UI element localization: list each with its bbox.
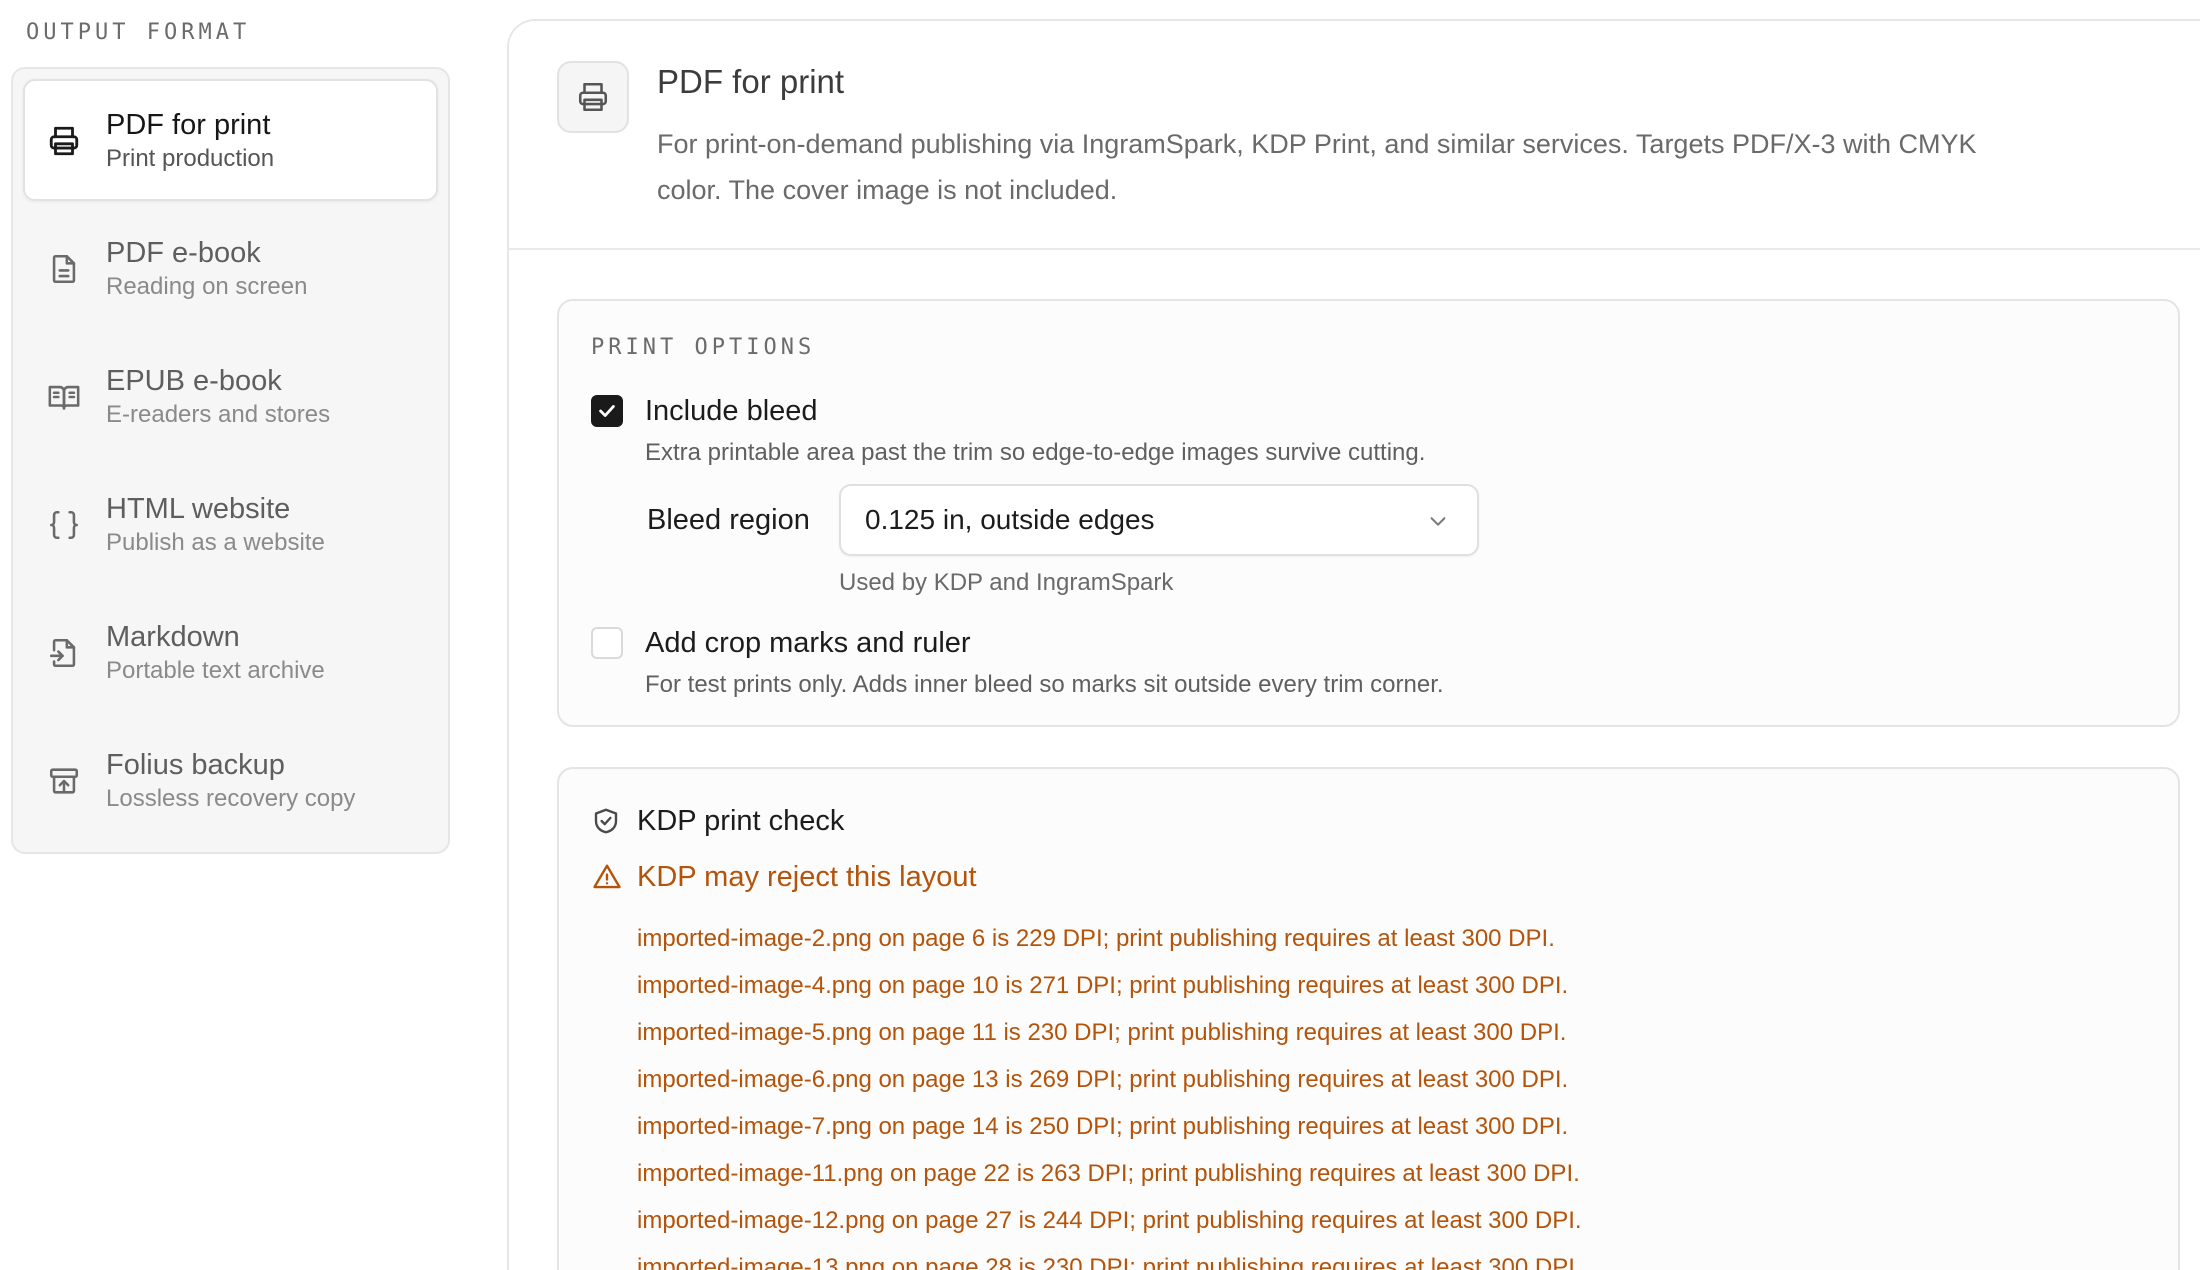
warning-icon (593, 864, 621, 889)
braces-icon (49, 510, 79, 540)
kdp-check-title: KDP print check (637, 805, 845, 837)
kdp-warning-title: KDP may reject this layout (637, 861, 977, 893)
bleed-region-select[interactable]: 0.125 in, outside edges (839, 484, 1479, 556)
format-subtitle: Lossless recovery copy (106, 785, 356, 812)
kdp-issue-item: imported-image-6.png on page 13 is 269 D… (637, 1066, 1569, 1093)
printer-icon (49, 126, 79, 156)
kdp-issue-item: imported-image-2.png on page 6 is 229 DP… (637, 925, 1555, 952)
archive-icon (49, 768, 79, 794)
page-title: PDF for print (657, 63, 845, 100)
format-subtitle: E-readers and stores (106, 401, 331, 428)
printer-icon (578, 82, 608, 112)
format-item-pdf-ebook[interactable]: PDF e-book Reading on screen (23, 207, 438, 329)
bleed-region-label: Bleed region (647, 504, 810, 536)
document-icon (52, 254, 76, 284)
kdp-issue-item: imported-image-4.png on page 10 is 271 D… (637, 972, 1569, 999)
kdp-issue-item: imported-image-7.png on page 14 is 250 D… (637, 1113, 1569, 1140)
print-options-card: PRINT OPTIONS Include bleed Extra printa… (557, 299, 2180, 727)
crop-marks-checkbox[interactable] (591, 627, 623, 659)
kdp-issue-item: imported-image-12.png on page 27 is 244 … (637, 1207, 1582, 1234)
include-bleed-help: Extra printable area past the trim so ed… (645, 439, 1426, 466)
checkmark-icon (599, 405, 615, 417)
format-title: PDF e-book (106, 237, 261, 269)
file-export-icon (49, 638, 76, 668)
export-dialog: OUTPUT FORMAT PDF for print Print produc… (0, 0, 2200, 1270)
chevron-down-icon (1430, 517, 1446, 526)
format-subtitle: Reading on screen (106, 273, 308, 300)
print-options-heading: PRINT OPTIONS (591, 335, 816, 360)
format-item-pdf-print[interactable]: PDF for print Print production (23, 79, 438, 201)
format-title: Markdown (106, 621, 240, 653)
include-bleed-checkbox[interactable] (591, 395, 623, 427)
format-title: PDF for print (106, 109, 271, 141)
format-subtitle: Portable text archive (106, 657, 325, 684)
kdp-issue-item: imported-image-13.png on page 28 is 230 … (637, 1254, 1582, 1270)
format-item-folius-backup[interactable]: Folius backup Lossless recovery copy (23, 719, 438, 841)
kdp-check-card: KDP print check KDP may reject this layo… (557, 767, 2180, 1270)
format-item-markdown[interactable]: Markdown Portable text archive (23, 591, 438, 713)
crop-marks-help: For test prints only. Adds inner bleed s… (645, 671, 1444, 698)
format-title: EPUB e-book (106, 365, 282, 397)
bleed-region-value: 0.125 in, outside edges (865, 504, 1155, 535)
format-subtitle: Print production (106, 145, 275, 172)
format-title: Folius backup (106, 749, 285, 781)
divider (509, 248, 2200, 250)
shield-check-icon (594, 808, 618, 834)
header-icon-box (557, 61, 629, 133)
format-subtitle: Publish as a website (106, 529, 325, 556)
format-details-panel: PDF for print For print-on-demand publis… (507, 19, 2200, 1270)
include-bleed-label[interactable]: Include bleed (645, 395, 818, 428)
kdp-issue-item: imported-image-11.png on page 22 is 263 … (637, 1160, 1580, 1187)
format-description: For print-on-demand publishing via Ingra… (657, 129, 1977, 205)
format-list: PDF for print Print production PDF e-boo… (11, 67, 450, 854)
format-item-epub[interactable]: EPUB e-book E-readers and stores (23, 335, 438, 457)
kdp-issue-item: imported-image-5.png on page 11 is 230 D… (637, 1019, 1567, 1046)
book-open-icon (48, 385, 80, 410)
bleed-region-help: Used by KDP and IngramSpark (839, 569, 1174, 596)
format-item-html[interactable]: HTML website Publish as a website (23, 463, 438, 585)
output-format-heading: OUTPUT FORMAT (26, 20, 251, 45)
crop-marks-label[interactable]: Add crop marks and ruler (645, 627, 971, 660)
kdp-issue-list: imported-image-2.png on page 6 is 229 DP… (637, 915, 1582, 1270)
format-title: HTML website (106, 493, 291, 525)
